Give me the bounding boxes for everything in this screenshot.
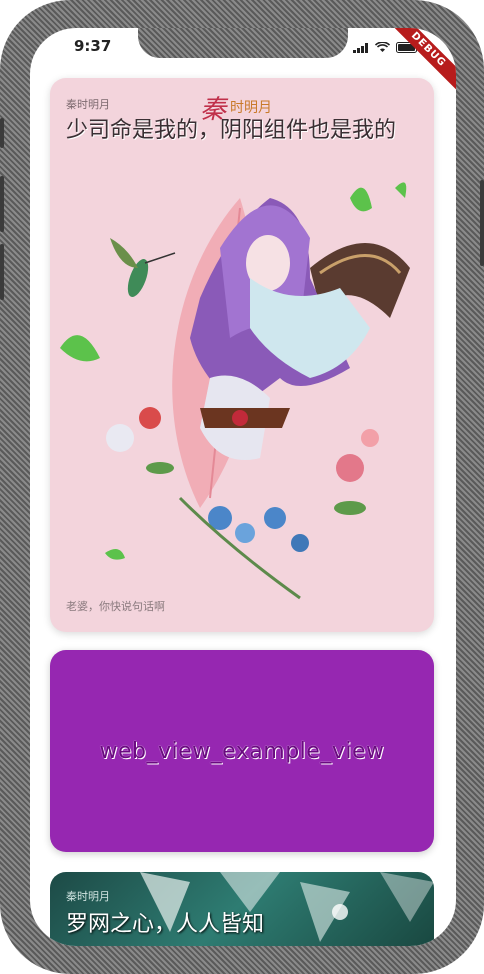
card-illustration: 秦 时明月 <box>60 95 410 600</box>
article-card-2[interactable]: 秦时明月 罗网之心，人人皆知 <box>50 872 434 946</box>
card-footer-text: 老婆，你快说句话啊 <box>66 600 165 613</box>
cellular-signal-icon <box>353 38 369 57</box>
phone-screen: 9:37 DEBUG 秦 时明月 秦时明月 少司命是我的，阴阳组件也是我的 老婆… <box>30 28 456 946</box>
card-title: 罗网之心，人人皆知 <box>66 912 265 937</box>
phone-side-button-left-2 <box>0 176 4 232</box>
card-title: 少司命是我的，阴阳组件也是我的 <box>66 118 397 143</box>
wifi-icon <box>374 38 391 57</box>
web-view-label: web_view_example_view <box>99 738 385 764</box>
phone-side-button-right <box>480 180 484 266</box>
status-time: 9:37 <box>74 37 112 55</box>
notch <box>138 28 348 58</box>
article-card-1[interactable]: 秦 时明月 秦时明月 少司命是我的，阴阳组件也是我的 老婆，你快说句话啊 <box>50 78 434 632</box>
card-subtitle: 秦时明月 <box>66 890 110 903</box>
phone-side-button-left-3 <box>0 244 4 300</box>
phone-side-button-left-1 <box>0 118 4 148</box>
card-subtitle: 秦时明月 <box>66 98 110 111</box>
web-view-card[interactable]: web_view_example_view <box>50 650 434 852</box>
